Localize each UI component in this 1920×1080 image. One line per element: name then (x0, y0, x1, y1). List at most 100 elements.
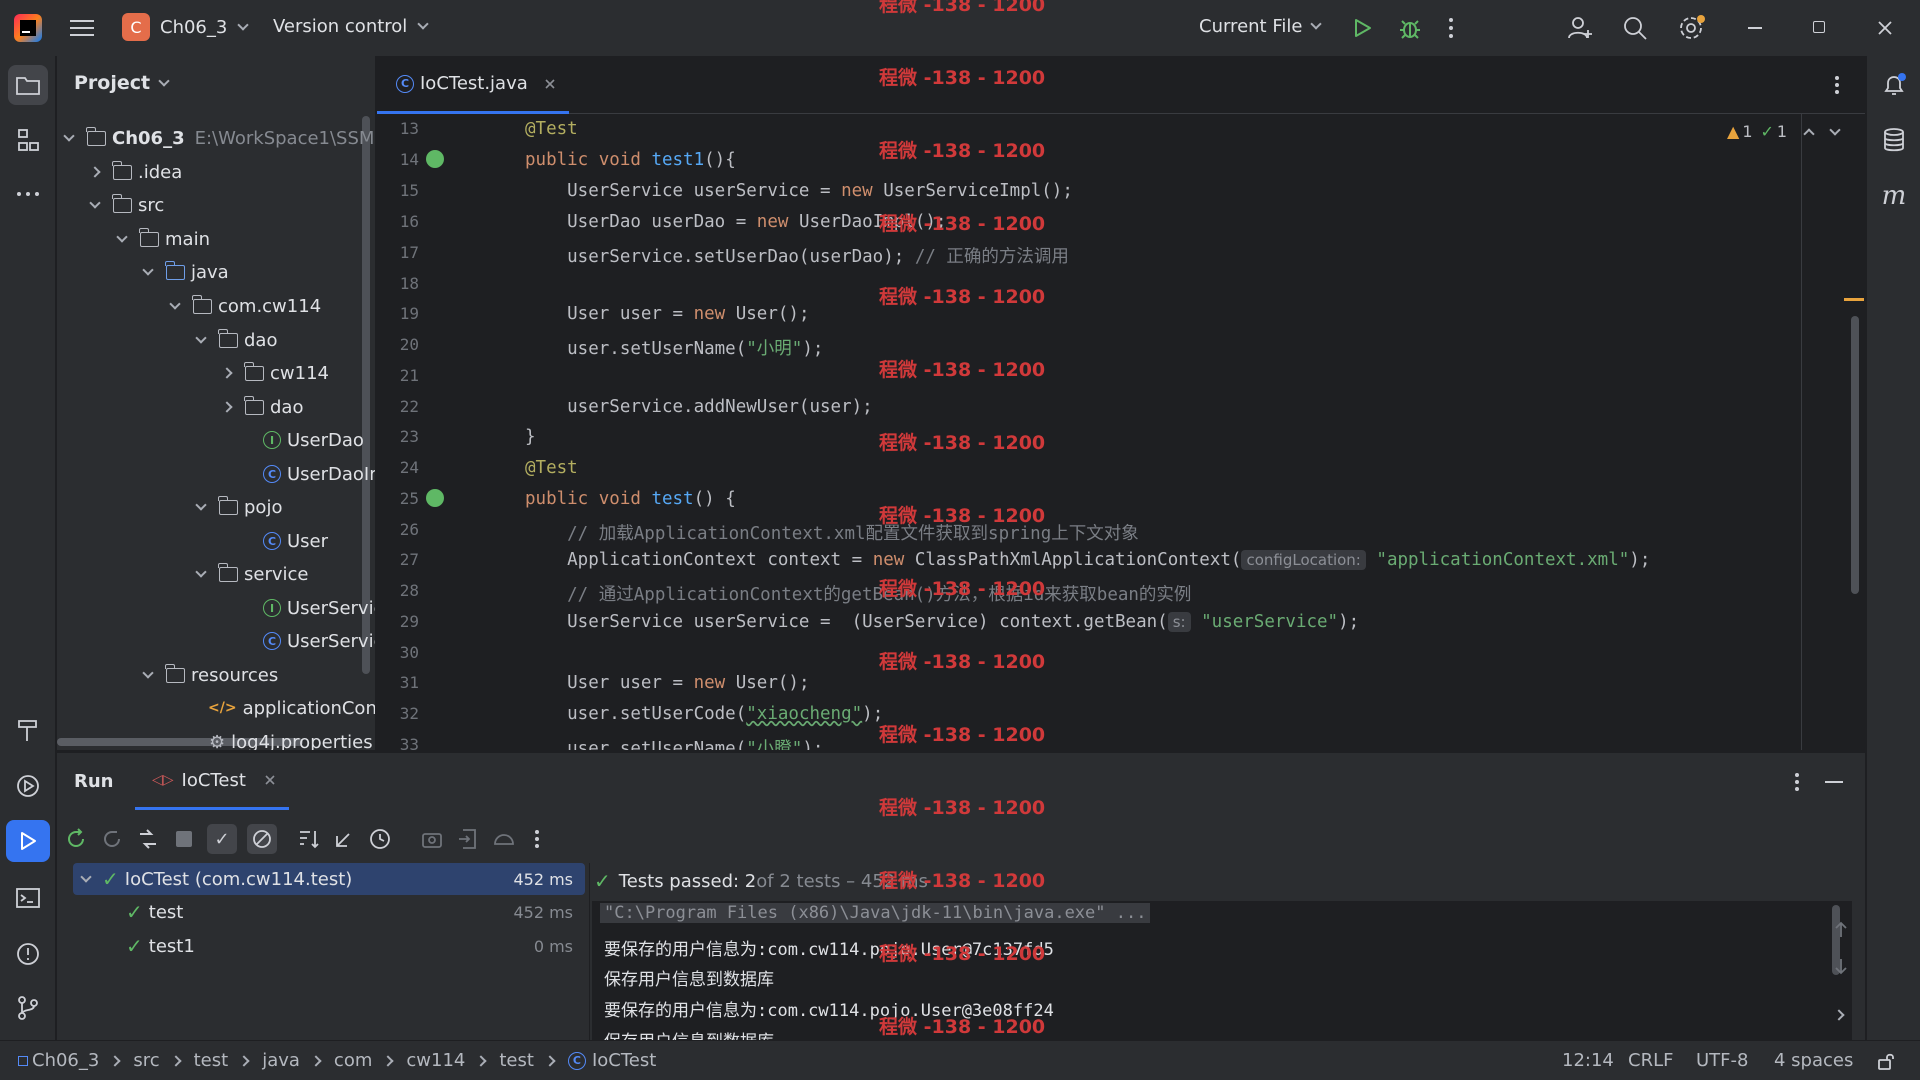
run-config-selector[interactable]: Current File (1199, 16, 1323, 37)
stop-icon[interactable] (176, 831, 192, 847)
database-button[interactable] (1874, 120, 1914, 160)
chevron-down-icon[interactable] (1829, 123, 1841, 136)
settings-icon[interactable] (1676, 13, 1706, 43)
indent-setting[interactable]: 4 spaces (1774, 1050, 1853, 1071)
inspection-widget[interactable]: ▲ 1 ✓ 1 (1727, 122, 1841, 141)
git-tool-button[interactable] (8, 988, 48, 1028)
tree-item-dao[interactable]: dao (195, 324, 277, 356)
more-options-icon[interactable] (1793, 771, 1801, 793)
chevron-up-icon[interactable] (1803, 127, 1815, 140)
search-icon[interactable] (1621, 14, 1649, 42)
problems-icon (17, 943, 39, 965)
editor-scrollbar[interactable] (1851, 316, 1859, 594)
run-icon[interactable] (1350, 16, 1374, 40)
version-control-menu[interactable]: Version control (273, 16, 429, 37)
close-tab-icon[interactable] (264, 774, 276, 786)
restore-button[interactable] (1813, 21, 1825, 33)
tree-item-service[interactable]: service (195, 558, 308, 590)
breadcrumb-item[interactable]: com (334, 1050, 372, 1071)
show-passed-toggle[interactable]: ✓ (207, 824, 237, 854)
export-icon[interactable] (419, 826, 445, 852)
project-tool-button[interactable] (8, 65, 48, 105)
breadcrumb-item[interactable]: test (194, 1050, 229, 1071)
run-test-gutter-icon[interactable] (426, 489, 444, 507)
tree-item-main[interactable]: main (116, 223, 210, 255)
main-menu-icon[interactable] (70, 18, 94, 38)
editor-tab-ioctest[interactable]: C IoCTest.java (377, 56, 569, 114)
run-tool-button[interactable] (6, 820, 50, 862)
sort-alpha-icon[interactable] (295, 826, 321, 852)
project-switcher[interactable]: C Ch06_3 (122, 13, 250, 41)
test-duration: 452 ms (513, 902, 573, 922)
rerun-icon[interactable] (63, 826, 89, 852)
breadcrumb-item[interactable]: java (262, 1050, 300, 1071)
test-tree-root[interactable]: ✓ IoCTest (com.cw114.test) 452 ms (73, 863, 585, 895)
tree-item-userserviceimpl[interactable]: C UserServic (263, 625, 375, 657)
tree-item-user[interactable]: C User (263, 525, 328, 557)
notifications-button[interactable] (1874, 65, 1914, 105)
file-encoding[interactable]: UTF-8 (1696, 1050, 1748, 1071)
tree-item-resources[interactable]: resources (142, 659, 278, 691)
debug-icon[interactable] (1397, 15, 1423, 41)
hide-panel-button[interactable] (1825, 781, 1843, 783)
tree-item-cw114[interactable]: cw114 (221, 357, 329, 389)
breadcrumb-item[interactable]: src (133, 1050, 159, 1071)
app-logo[interactable] (14, 14, 42, 42)
tree-item-dao-sub[interactable]: dao (221, 391, 303, 423)
breadcrumb-item[interactable]: test (499, 1050, 534, 1071)
toggle-auto-test-icon[interactable] (135, 826, 161, 852)
tree-item-java[interactable]: java (142, 256, 229, 288)
scroll-down-icon[interactable] (1833, 957, 1849, 975)
terminal-tool-button[interactable] (8, 878, 48, 918)
collapse-all-icon[interactable] (331, 826, 357, 852)
tree-item-pojo[interactable]: pojo (195, 491, 282, 523)
close-tab-icon[interactable] (544, 78, 556, 90)
problems-tool-button[interactable] (8, 934, 48, 974)
show-ignored-toggle[interactable] (247, 824, 277, 854)
code-text: userService.addNewUser(user); (525, 397, 873, 417)
services-tool-button[interactable] (8, 766, 48, 806)
tree-item-applicationcontext[interactable]: </> applicationConte (208, 692, 375, 724)
tree-item-src[interactable]: src (89, 189, 164, 221)
project-panel-header[interactable]: Project (74, 72, 170, 94)
more-tabs-icon[interactable] (1833, 74, 1841, 96)
test-tree-item[interactable]: ✓ test 452 ms (73, 896, 585, 928)
structure-tool-button[interactable] (8, 120, 48, 160)
more-tools-button[interactable] (8, 174, 48, 214)
test-tree-item[interactable]: ✓ test1 0 ms (73, 930, 585, 962)
warning-marker[interactable] (1844, 298, 1864, 301)
close-window-icon[interactable] (1877, 20, 1893, 36)
coverage-icon[interactable] (491, 826, 517, 852)
import-icon[interactable] (455, 826, 481, 852)
rerun-failed-icon[interactable] (99, 826, 125, 852)
minimize-button[interactable] (1748, 27, 1762, 29)
tree-item-log4j[interactable]: ⚙ log4j.properties (209, 726, 373, 751)
tree-item-userdao[interactable]: I UserDao (263, 424, 364, 456)
run-tab-ioctest[interactable]: ◁▷ IoCTest (135, 753, 289, 810)
history-icon[interactable] (367, 826, 393, 852)
code-text: user.setUserName( (525, 739, 747, 750)
breadcrumb-item[interactable]: Ch06_3 (32, 1050, 99, 1071)
module-icon (18, 1055, 28, 1066)
line-separator[interactable]: CRLF (1628, 1050, 1673, 1071)
tree-item-idea[interactable]: .idea (89, 156, 182, 188)
maven-button[interactable]: m (1874, 176, 1914, 216)
breadcrumb-item[interactable]: IoCTest (592, 1050, 656, 1071)
breadcrumb-item[interactable]: cw114 (406, 1050, 465, 1071)
splitter[interactable] (589, 863, 590, 1041)
tree-item-userdaoimpl[interactable]: C UserDaoIm (263, 458, 375, 490)
run-test-gutter-icon[interactable] (426, 150, 444, 168)
tree-item-project-root[interactable]: Ch06_3 E:\WorkSpace1\SSM (63, 122, 374, 154)
lock-icon[interactable] (1876, 1051, 1896, 1071)
scroll-up-icon[interactable] (1833, 921, 1849, 939)
caret-position[interactable]: 12:14 (1562, 1050, 1614, 1071)
build-tool-button[interactable] (8, 710, 48, 750)
console-output[interactable]: "C:\Program Files (x86)\Java\jdk-11\bin\… (592, 901, 1852, 1041)
more-actions-icon[interactable] (1446, 16, 1456, 40)
project-scrollbar[interactable] (362, 116, 370, 674)
add-user-icon[interactable] (1566, 14, 1594, 42)
more-toolbar-icon[interactable] (533, 828, 541, 850)
tree-item-userservice[interactable]: I UserServic (263, 592, 375, 624)
tree-item-com-cw114[interactable]: com.cw114 (169, 290, 321, 322)
code-editor[interactable]: 13 14 15 16 17 18 19 20 21 22 23 24 25 2… (377, 114, 1865, 750)
